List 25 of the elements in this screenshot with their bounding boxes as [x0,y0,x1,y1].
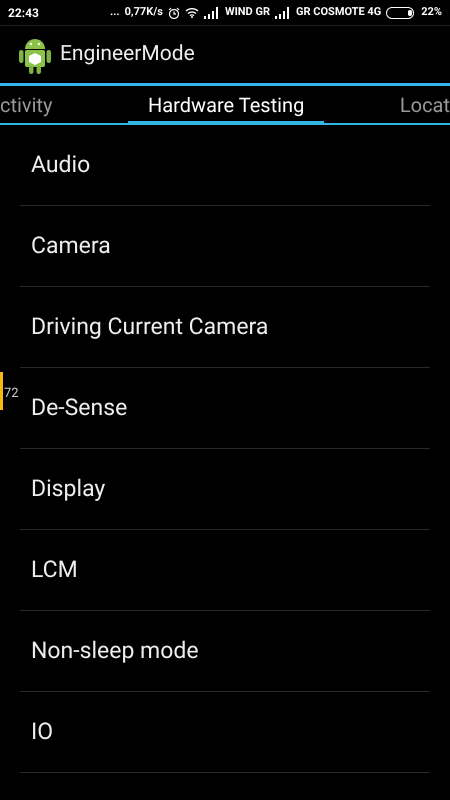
list-item[interactable]: Driving Current Camera [20,287,430,368]
side-indicator: 72 [4,385,19,403]
list-item[interactable]: IO [20,692,430,773]
status-dots: ... [110,4,120,20]
list-item[interactable]: Audio [20,125,430,206]
carrier-name: GR COSMOTE 4G [296,4,382,20]
signal-icon [204,6,220,18]
edge-marker [0,372,3,410]
list-item[interactable]: Display [20,449,430,530]
tab[interactable]: Hardware Testing [128,88,324,125]
app-title: EngineerMode [60,40,195,68]
tab[interactable]: ctivity [0,86,72,123]
list-item[interactable]: LCM [20,530,430,611]
list-item[interactable]: De-Sense [20,368,430,449]
status-time: 22:43 [8,4,39,22]
list-item[interactable]: Camera [20,206,430,287]
tab[interactable]: Locat [380,86,450,123]
list-item[interactable]: Non-sleep mode [20,611,430,692]
wifi-icon [184,7,199,18]
battery-icon [386,6,416,18]
network-speed: 0,77K/s [124,4,163,20]
alarm-icon [168,6,180,18]
battery-percent: 22% [421,4,442,20]
signal-icon [274,6,291,18]
carrier-name: WIND GR [224,4,270,20]
